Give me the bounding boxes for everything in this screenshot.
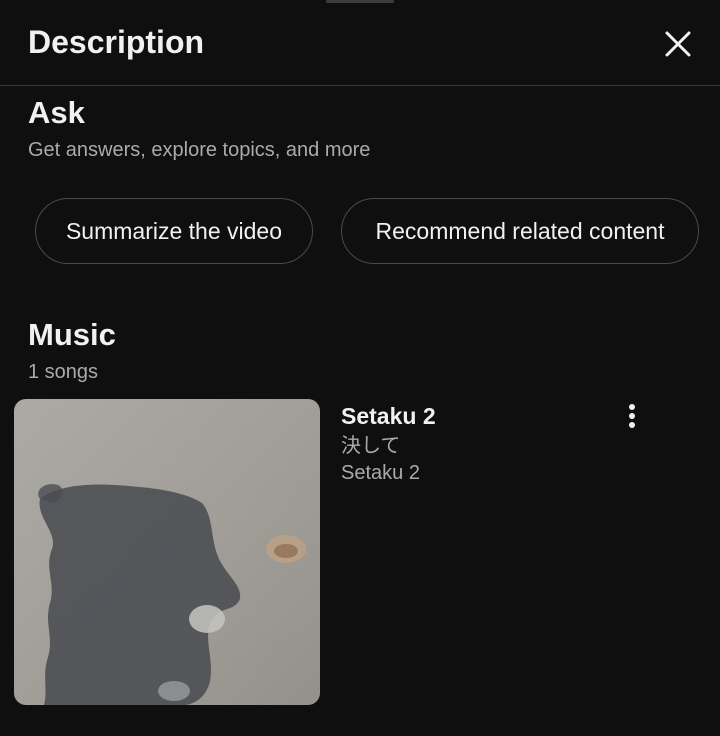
music-section-title: Music — [28, 317, 116, 352]
more-vertical-icon — [629, 404, 635, 428]
page-title: Description — [28, 24, 205, 60]
summarize-video-chip[interactable]: Summarize the video — [35, 198, 313, 264]
close-icon — [665, 31, 691, 57]
song-title[interactable]: Setaku 2 — [341, 401, 436, 431]
song-thumbnail[interactable] — [14, 399, 320, 705]
panel-header: Description — [0, 0, 720, 86]
song-subtitle: 決して — [341, 435, 401, 457]
ask-section-subtitle: Get answers, explore topics, and more — [28, 139, 371, 161]
ask-section-title: Ask — [28, 95, 85, 130]
song-more-button[interactable] — [612, 396, 652, 436]
song-album: Setaku 2 — [341, 462, 420, 484]
shadow-on-sand-photo — [14, 399, 320, 705]
music-song-count: 1 songs — [28, 361, 99, 383]
recommend-related-content-chip[interactable]: Recommend related content — [341, 198, 699, 264]
close-button[interactable] — [656, 22, 700, 66]
